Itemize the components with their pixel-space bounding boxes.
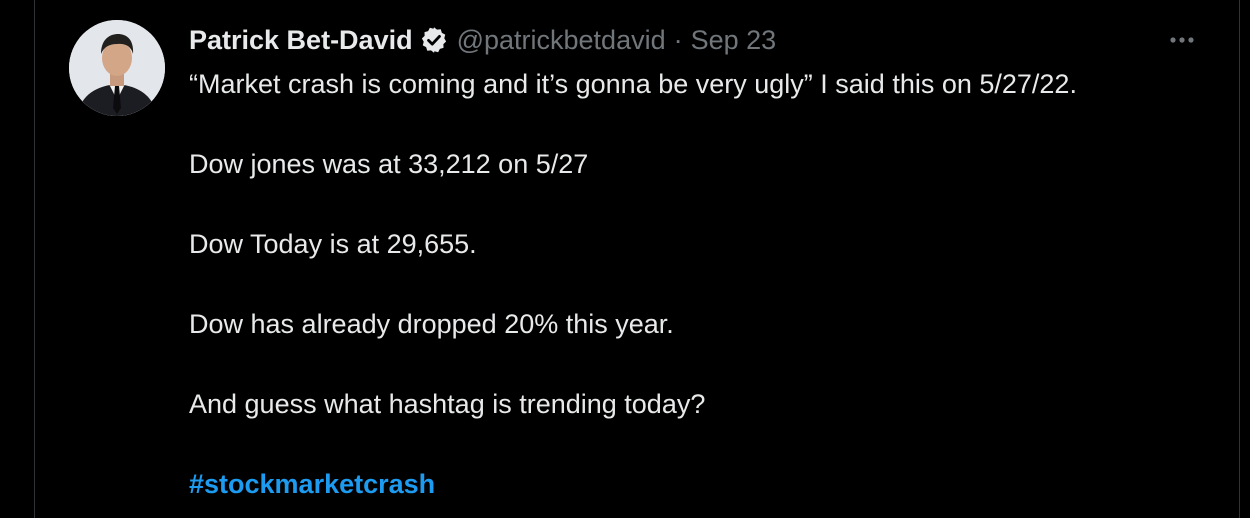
hashtag-link[interactable]: #stockmarketcrash: [189, 469, 435, 499]
tweet-line: And guess what hashtag is trending today…: [189, 389, 706, 419]
line-break: [189, 184, 1229, 224]
header-separator: ·: [673, 24, 683, 55]
tweet-text: “Market crash is coming and it’s gonna b…: [189, 64, 1229, 504]
tweet-line: Dow Today is at 29,655.: [189, 229, 477, 259]
author-handle[interactable]: @patrickbetdavid: [457, 25, 666, 56]
more-options-icon[interactable]: [1165, 26, 1199, 54]
tweet-card[interactable]: Patrick Bet-David @patrickbetdavid · Sep…: [34, 0, 1240, 518]
avatar-image: [69, 20, 165, 116]
tweet-date[interactable]: Sep 23: [691, 25, 777, 56]
line-break: [189, 104, 1229, 144]
author-avatar[interactable]: [69, 20, 165, 116]
line-break: [189, 264, 1229, 304]
author-name[interactable]: Patrick Bet-David: [189, 25, 413, 56]
tweet-line: Dow has already dropped 20% this year.: [189, 309, 674, 339]
line-break: [189, 344, 1229, 384]
verified-badge-icon: [419, 25, 449, 55]
tweet-line: Dow jones was at 33,212 on 5/27: [189, 149, 589, 179]
line-break: [189, 424, 1229, 464]
tweet-header: Patrick Bet-David @patrickbetdavid · Sep…: [189, 22, 776, 58]
hashtag-line: #stockmarketcrash: [189, 464, 1229, 504]
tweet-line: “Market crash is coming and it’s gonna b…: [189, 69, 1077, 99]
